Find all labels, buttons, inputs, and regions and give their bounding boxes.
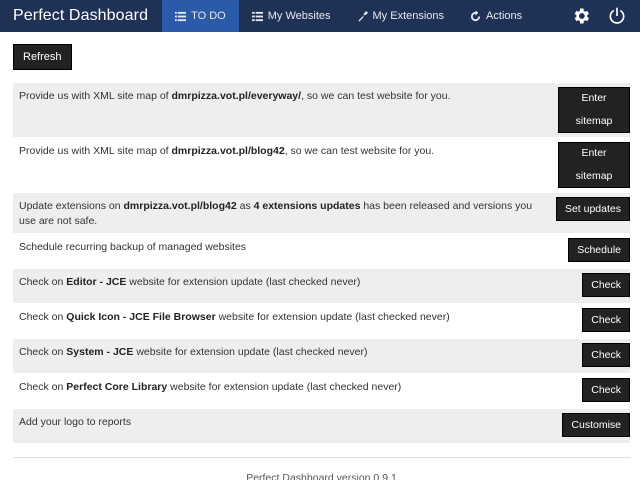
refresh-button[interactable]: Refresh <box>13 44 72 70</box>
task-text: Provide us with XML site map of dmrpizza… <box>19 90 451 102</box>
tab-actions[interactable]: Actions <box>457 0 535 32</box>
task-row: Add your logo to reports Customise <box>13 409 630 443</box>
task-row: Check on System - JCE website for extens… <box>13 339 630 373</box>
main-content: Refresh Provide us with XML site map of … <box>0 32 640 443</box>
tab-my-extensions[interactable]: My Extensions <box>344 0 458 32</box>
todo-list-icon <box>175 11 187 21</box>
task-row: Check on Perfect Core Library website fo… <box>13 374 630 408</box>
tab-actions-label: Actions <box>486 10 523 22</box>
tab-todo-label: TO DO <box>191 10 226 22</box>
enter-sitemap-button[interactable]: Enter sitemap <box>558 87 630 133</box>
task-text: Check on Perfect Core Library website fo… <box>19 381 402 393</box>
task-text: Provide us with XML site map of dmrpizza… <box>19 145 435 157</box>
puzzle-icon <box>358 10 368 22</box>
navbar-right <box>571 0 640 32</box>
task-row: Schedule recurring backup of managed web… <box>13 234 630 268</box>
list-icon <box>251 11 263 21</box>
top-navbar: Perfect Dashboard TO DO My Websites My E… <box>0 0 640 32</box>
task-text: Check on Editor - JCE website for extens… <box>19 276 361 288</box>
task-text: Add your logo to reports <box>19 416 132 428</box>
task-text: Check on System - JCE website for extens… <box>19 346 368 358</box>
task-text: Check on Quick Icon - JCE File Browser w… <box>19 311 450 323</box>
tab-my-websites-label: My Websites <box>267 10 331 22</box>
footer-version: Perfect Dashboard version 0.9.1 <box>13 457 630 480</box>
power-icon[interactable] <box>607 6 627 26</box>
customise-button[interactable]: Customise <box>562 413 630 437</box>
check-button[interactable]: Check <box>582 378 630 402</box>
task-row: Update extensions on dmrpizza.vot.pl/blo… <box>13 193 630 233</box>
task-row: Check on Editor - JCE website for extens… <box>13 269 630 303</box>
main-nav: TO DO My Websites My Extensions Actions <box>162 0 535 32</box>
task-text: Schedule recurring backup of managed web… <box>19 241 247 253</box>
task-row: Provide us with XML site map of dmrpizza… <box>13 138 630 192</box>
tab-todo[interactable]: TO DO <box>162 0 239 32</box>
check-button[interactable]: Check <box>582 308 630 332</box>
check-button[interactable]: Check <box>582 273 630 297</box>
set-updates-button[interactable]: Set updates <box>555 197 630 221</box>
task-row: Check on Quick Icon - JCE File Browser w… <box>13 304 630 338</box>
task-text: Update extensions on dmrpizza.vot.pl/blo… <box>19 200 533 227</box>
refresh-icon <box>470 10 481 21</box>
schedule-button[interactable]: Schedule <box>568 238 630 262</box>
tab-my-extensions-label: My Extensions <box>372 10 445 22</box>
check-button[interactable]: Check <box>582 343 630 367</box>
brand-title[interactable]: Perfect Dashboard <box>0 0 162 32</box>
gear-icon[interactable] <box>571 6 591 26</box>
task-row: Provide us with XML site map of dmrpizza… <box>13 83 630 137</box>
todo-list: Provide us with XML site map of dmrpizza… <box>13 83 630 443</box>
enter-sitemap-button[interactable]: Enter sitemap <box>558 142 630 188</box>
tab-my-websites[interactable]: My Websites <box>239 0 344 32</box>
